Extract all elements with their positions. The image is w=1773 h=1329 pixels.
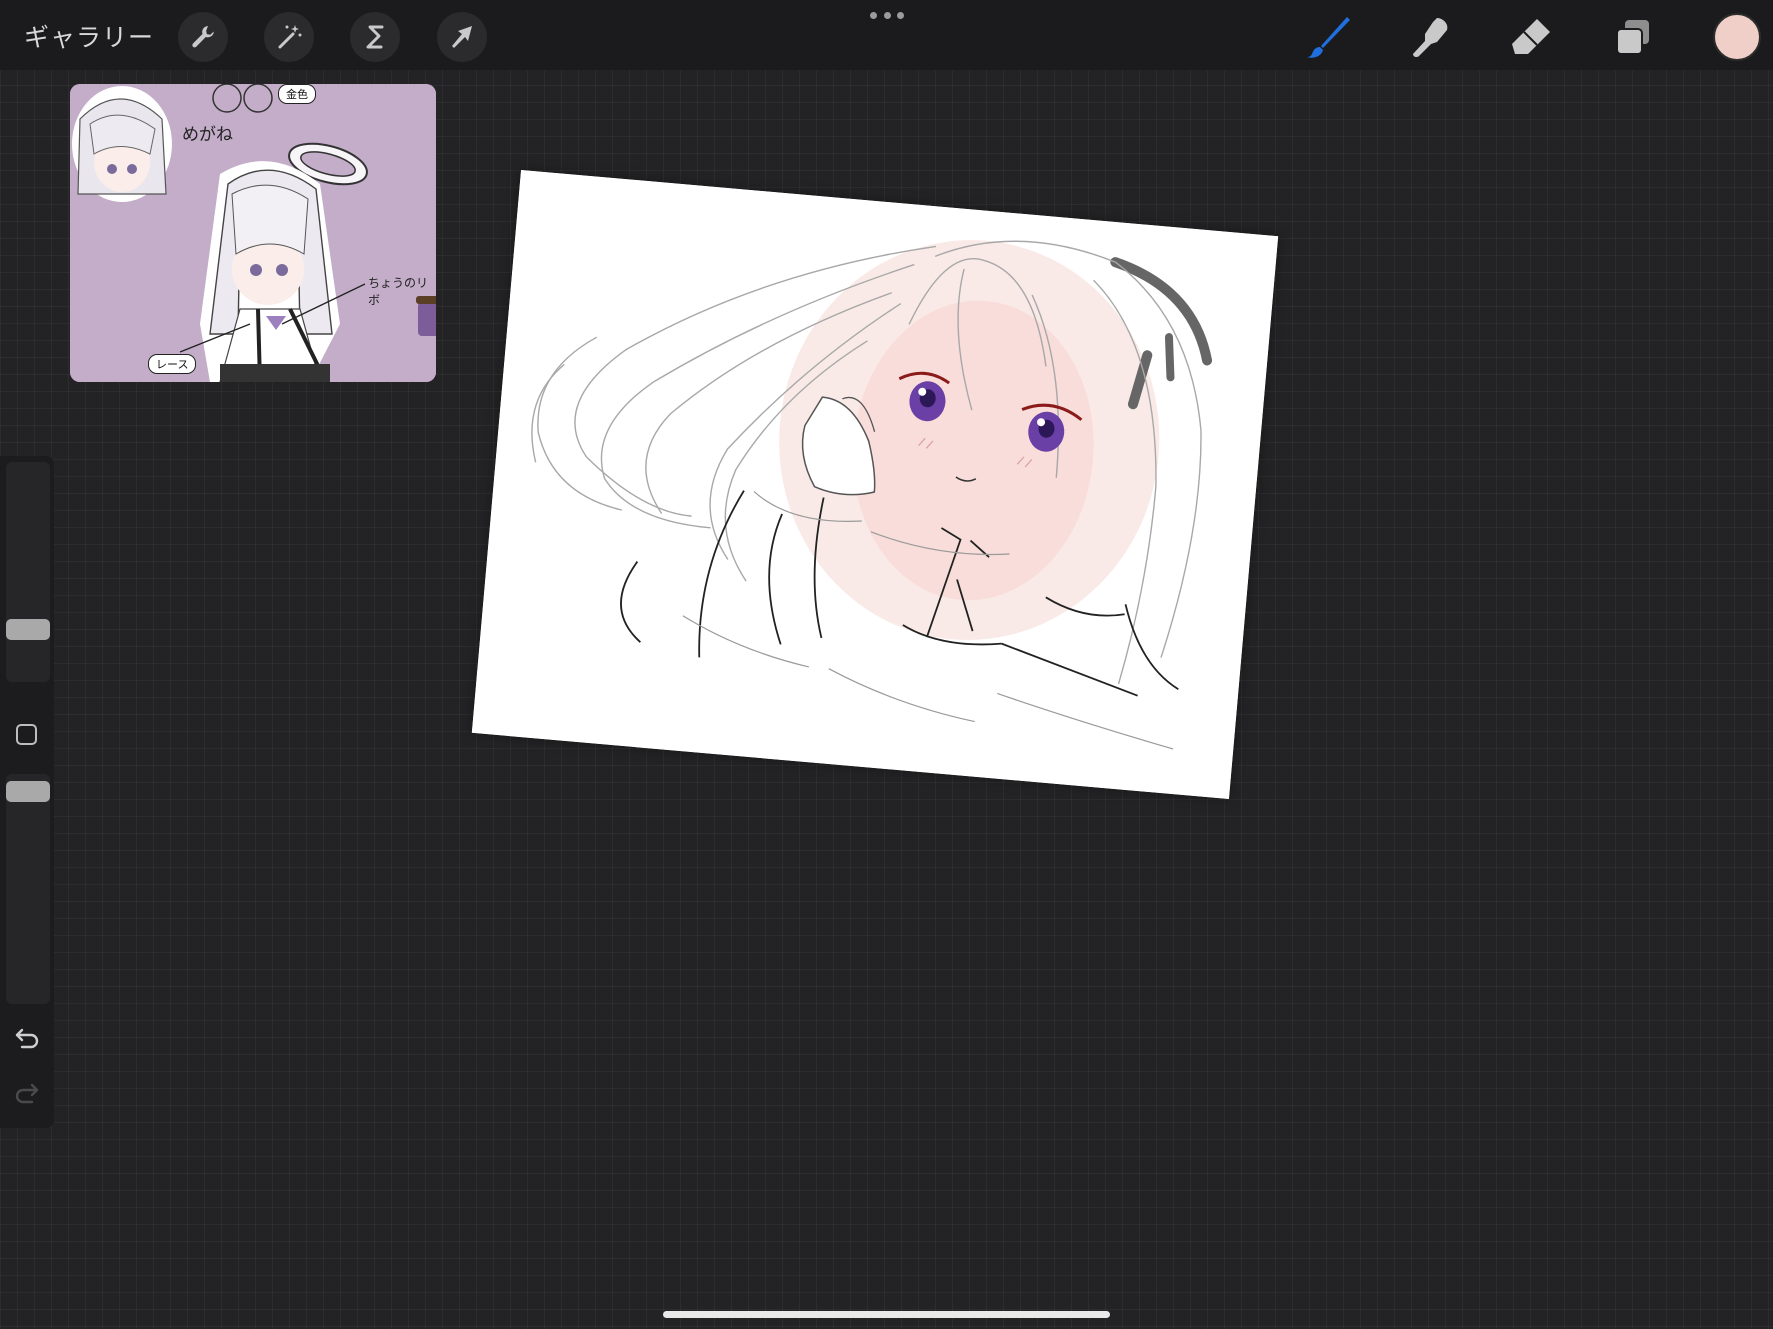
modify-button[interactable]	[16, 724, 37, 745]
smudge-finger-icon	[1413, 18, 1448, 58]
eraser-icon	[1512, 19, 1550, 54]
gallery-button[interactable]: ギャラリー	[24, 18, 154, 54]
brush-icon	[1307, 17, 1350, 58]
reference-image-panel[interactable]: めがね 金色 ちょうのリボ レース	[70, 84, 436, 382]
brush-tool-button[interactable]	[1301, 10, 1355, 64]
brush-size-thumb[interactable]	[6, 619, 50, 640]
gold-label: 金色	[278, 84, 316, 104]
arrow-cursor-icon	[452, 26, 472, 48]
magic-wand-icon	[278, 25, 302, 49]
redo-icon	[15, 1083, 39, 1104]
smudge-tool-button[interactable]	[1403, 10, 1457, 64]
glasses-label: めがね	[182, 125, 233, 145]
home-indicator[interactable]	[663, 1311, 1110, 1318]
opacity-slider[interactable]	[6, 774, 50, 1004]
color-swatch-button[interactable]	[1713, 13, 1761, 61]
undo-icon	[15, 1028, 39, 1049]
brush-size-slider[interactable]	[6, 462, 50, 682]
selection-button[interactable]	[350, 12, 400, 62]
layers-icon	[1616, 20, 1649, 55]
sketch-artwork	[471, 169, 1279, 800]
layers-button[interactable]	[1606, 10, 1660, 64]
undo-button[interactable]	[12, 1023, 42, 1053]
ribbon-label: ちょうのリボ	[368, 276, 429, 307]
transform-button[interactable]	[437, 12, 487, 62]
character-reference-illustration	[70, 84, 436, 382]
opacity-thumb[interactable]	[6, 781, 50, 802]
more-dots-icon[interactable]	[870, 8, 904, 22]
left-sidebar	[0, 456, 54, 1128]
wrench-icon	[192, 26, 214, 48]
actions-button[interactable]	[178, 12, 228, 62]
eraser-tool-button[interactable]	[1504, 10, 1558, 64]
lace-label: レース	[148, 354, 197, 374]
selection-s-icon	[366, 25, 384, 49]
drawing-canvas[interactable]	[471, 169, 1279, 800]
adjustments-button[interactable]	[264, 12, 314, 62]
redo-button[interactable]	[12, 1078, 42, 1108]
top-toolbar: ギャラリー	[0, 0, 1773, 70]
procreate-app: ギャラリー めがね 金色 ちょうのリボ レース	[0, 0, 1773, 1329]
